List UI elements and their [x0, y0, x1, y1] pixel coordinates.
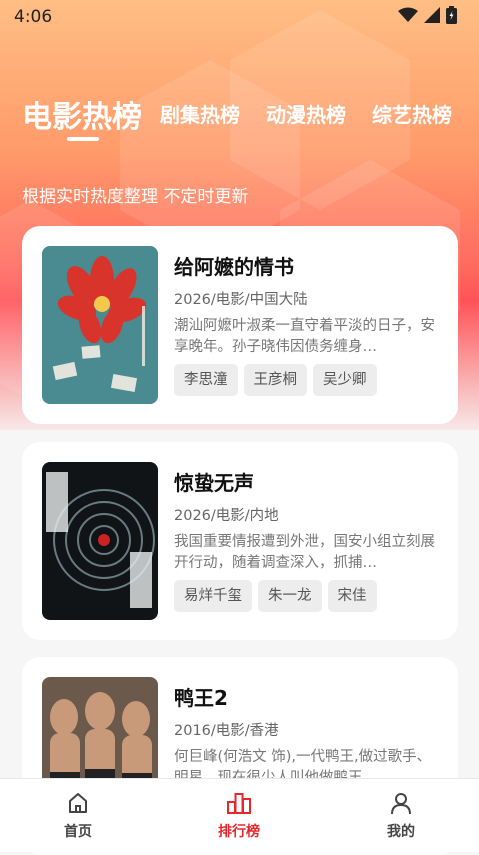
profile-icon	[356, 791, 446, 815]
movie-title: 惊蛰无声	[174, 471, 254, 495]
cast-tag: 吴少卿	[313, 364, 377, 396]
nav-profile[interactable]: 我的	[356, 791, 446, 841]
movie-title: 给阿嬷的情书	[174, 255, 294, 279]
movie-description: 潮汕阿嬷叶淑柔一直守着平淡的日子，安享晚年。孙子晓伟因债务缠身…	[174, 318, 435, 355]
movie-title: 鸭王2	[174, 686, 228, 710]
tab-series-ranking[interactable]: 剧集热榜	[160, 99, 240, 128]
cast-tag: 李思潼	[174, 364, 238, 396]
movie-meta: 2016/电影/香港	[174, 723, 279, 739]
wifi-icon	[398, 7, 418, 27]
nav-home[interactable]: 首页	[33, 791, 123, 841]
tab-variety-ranking[interactable]: 综艺热榜	[372, 99, 452, 128]
movie-meta: 2026/电影/内地	[174, 508, 279, 524]
cast-tag: 朱一龙	[258, 580, 322, 612]
signal-icon	[424, 7, 440, 27]
list-item[interactable]: 给阿嬷的情书 2026/电影/中国大陆 潮汕阿嬷叶淑柔一直守着平淡的日子，安享晚…	[22, 226, 458, 424]
movie-meta: 2026/电影/中国大陆	[174, 292, 308, 308]
cast-tag: 宋佳	[327, 580, 377, 612]
movie-poster	[42, 462, 158, 620]
nav-ranking-label: 排行榜	[218, 824, 260, 840]
battery-icon	[446, 6, 457, 28]
nav-ranking[interactable]: 排行榜	[194, 791, 284, 841]
cast-tag: 王彦桐	[243, 364, 307, 396]
status-bar: 4:06	[0, 0, 479, 34]
ranking-subtitle: 根据实时热度整理 不定时更新	[22, 187, 249, 207]
movie-poster	[42, 246, 158, 404]
movie-description: 我国重要情报遭到外泄，国安小组立刻展开行动，随着调查深入，抓捕…	[174, 534, 435, 571]
cast-tags: 易烊千玺 朱一龙 宋佳	[174, 580, 440, 612]
status-time: 4:06	[14, 7, 53, 27]
tab-anime-ranking[interactable]: 动漫热榜	[266, 99, 346, 128]
tab-movie-ranking[interactable]: 电影热榜	[22, 92, 142, 136]
nav-home-label: 首页	[64, 824, 92, 840]
ranking-icon	[194, 791, 284, 815]
cast-tag: 易烊千玺	[174, 580, 252, 612]
active-tab-indicator	[67, 137, 99, 141]
home-icon	[33, 791, 123, 815]
bottom-navigation: 首页 排行榜 我的	[0, 778, 479, 852]
list-item[interactable]: 惊蛰无声 2026/电影/内地 我国重要情报遭到外泄，国安小组立刻展开行动，随着…	[22, 442, 458, 640]
cast-tags: 李思潼 王彦桐 吴少卿	[174, 364, 440, 396]
category-tabs: 电影热榜 剧集热榜 动漫热榜 综艺热榜	[0, 92, 479, 142]
nav-profile-label: 我的	[387, 824, 415, 840]
